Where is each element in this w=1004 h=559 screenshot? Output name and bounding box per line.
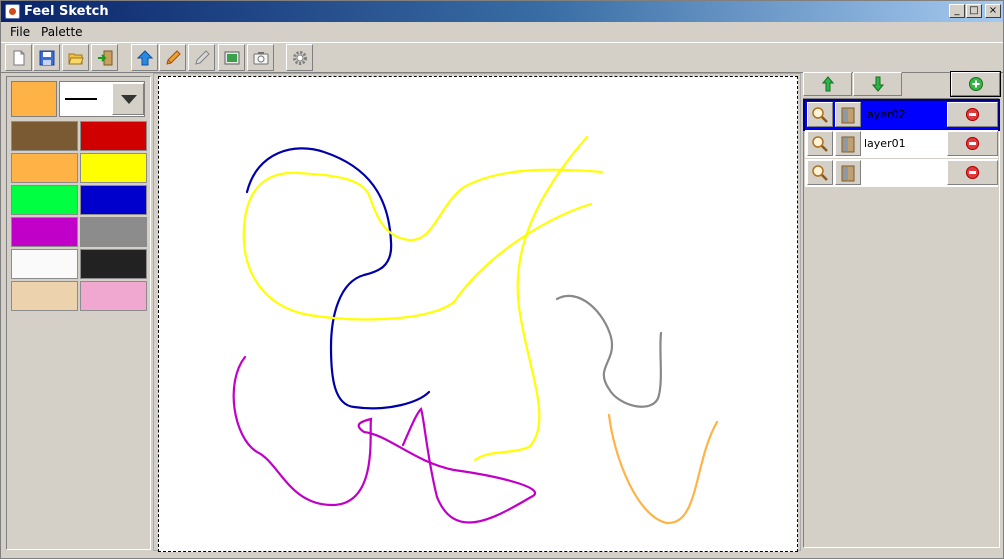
settings-button[interactable]	[286, 44, 313, 71]
delete-layer-button[interactable]	[947, 160, 998, 185]
maximize-button[interactable]: □	[966, 4, 982, 18]
layer-row[interactable]	[805, 159, 998, 187]
color-swatch[interactable]	[11, 217, 78, 247]
door-icon	[841, 107, 855, 124]
menu-bar: File Palette	[1, 23, 1003, 42]
feel-sketch-window: Feel Sketch _ □ × File Palette layer02 l…	[0, 0, 1004, 559]
layer-zoom-button[interactable]	[807, 160, 833, 185]
line-width-sample	[65, 98, 97, 100]
menu-palette[interactable]: Palette	[41, 25, 83, 39]
green-up-arrow-icon	[822, 76, 834, 92]
window-title: Feel Sketch	[24, 4, 109, 19]
door-icon	[841, 136, 855, 153]
color-swatch[interactable]	[11, 153, 78, 183]
current-color[interactable]	[11, 81, 57, 117]
save-icon	[39, 50, 55, 66]
image-button[interactable]	[218, 44, 245, 71]
layer-name: layer01	[864, 137, 906, 150]
open-button[interactable]	[62, 44, 89, 71]
color-palette-panel	[6, 76, 151, 550]
magnifier-icon	[812, 165, 828, 181]
layer-door-button[interactable]	[835, 102, 861, 127]
gray-stroke	[555, 294, 663, 408]
magnifier-icon	[812, 107, 828, 123]
magenta-stroke	[232, 355, 537, 524]
color-swatch[interactable]	[11, 281, 78, 311]
layer-door-button[interactable]	[835, 131, 861, 156]
exit-icon	[98, 50, 113, 66]
layer-move-up-button[interactable]	[803, 72, 852, 96]
eraser-pencil-button[interactable]	[188, 44, 215, 71]
drawing-canvas[interactable]	[158, 76, 798, 552]
title-bar: Feel Sketch _ □ ×	[1, 1, 1003, 22]
door-icon	[841, 165, 855, 182]
pencil-button[interactable]	[159, 44, 186, 71]
blue-stroke	[245, 147, 431, 410]
move-up-button[interactable]	[131, 44, 158, 71]
up-arrow-icon	[137, 50, 153, 66]
yellow-stroke-2	[473, 135, 589, 462]
layer-list: layer02 layer01	[803, 98, 1000, 548]
open-folder-icon	[68, 53, 84, 65]
canvas-frame	[153, 73, 801, 552]
exit-button[interactable]	[91, 44, 118, 71]
color-swatch[interactable]	[80, 121, 147, 151]
color-swatch[interactable]	[80, 153, 147, 183]
add-circle-icon	[969, 77, 983, 91]
strokes-layer	[232, 135, 719, 525]
yellow-stroke	[242, 168, 604, 321]
green-down-arrow-icon	[872, 76, 884, 92]
color-swatch[interactable]	[11, 121, 78, 151]
delete-layer-button[interactable]	[947, 131, 998, 156]
gear-icon	[293, 51, 307, 65]
camera-button[interactable]	[247, 44, 274, 71]
color-swatch[interactable]	[80, 281, 147, 311]
menu-file[interactable]: File	[10, 25, 30, 39]
add-layer-button[interactable]	[950, 71, 1001, 97]
layer-panel: layer02 layer01	[801, 71, 1003, 551]
close-button[interactable]: ×	[985, 4, 1001, 18]
minimize-button[interactable]: _	[949, 4, 965, 18]
line-width-select[interactable]	[59, 81, 145, 117]
layer-zoom-button[interactable]	[807, 131, 833, 156]
color-swatch[interactable]	[11, 249, 78, 279]
layer-move-down-button[interactable]	[853, 72, 902, 96]
image-icon	[224, 51, 240, 65]
delete-layer-button[interactable]	[947, 102, 998, 127]
java-app-icon	[5, 4, 20, 19]
camera-icon	[253, 52, 269, 65]
layer-zoom-button[interactable]	[807, 102, 833, 127]
new-file-button[interactable]	[5, 44, 32, 71]
layer-row[interactable]: layer01	[805, 130, 998, 158]
color-swatch[interactable]	[80, 249, 147, 279]
color-swatch[interactable]	[11, 185, 78, 215]
new-file-icon	[13, 50, 25, 66]
toolbar	[1, 42, 1003, 73]
color-swatch[interactable]	[80, 217, 147, 247]
eraser-pencil-icon	[195, 50, 210, 65]
layer-door-button[interactable]	[835, 160, 861, 185]
layer-name: layer02	[864, 108, 906, 121]
color-swatch[interactable]	[80, 185, 147, 215]
magnifier-icon	[812, 136, 828, 152]
save-button[interactable]	[33, 44, 60, 71]
orange-stroke	[607, 413, 719, 525]
chevron-down-icon[interactable]	[112, 83, 144, 115]
layer-row[interactable]: layer02	[803, 99, 1000, 131]
pencil-icon	[166, 50, 181, 65]
